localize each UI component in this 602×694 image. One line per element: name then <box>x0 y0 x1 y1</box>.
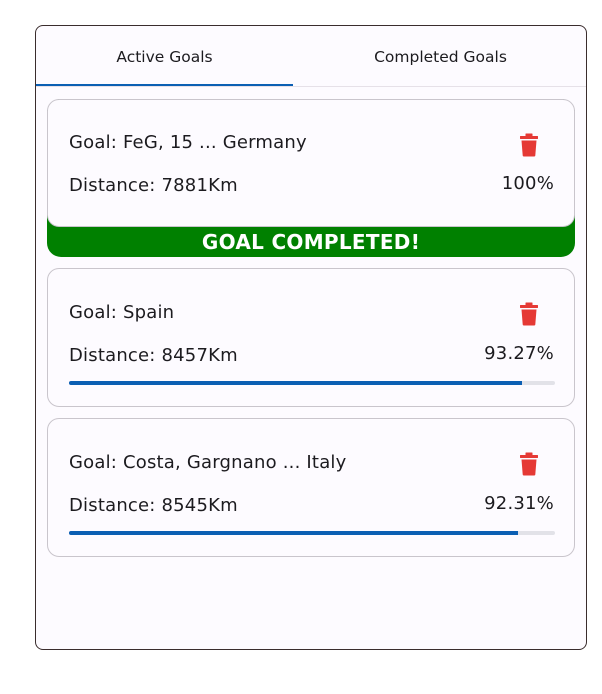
goal-card-completed-wrapper: Goal: FeG, 15 ... Germany Distance: 7881… <box>47 99 575 257</box>
tab-active-goals[interactable]: Active Goals <box>36 26 293 87</box>
tab-completed-goals-label: Completed Goals <box>374 47 507 66</box>
active-tab-indicator <box>36 84 293 86</box>
progress-bar <box>69 381 555 385</box>
goal-completed-banner: GOAL COMPLETED! <box>201 230 421 254</box>
goal-card: Goal: FeG, 15 ... Germany Distance: 7881… <box>47 99 575 227</box>
trash-icon[interactable] <box>518 452 540 476</box>
trash-icon[interactable] <box>518 302 540 326</box>
goals-panel: Active Goals Completed Goals Goal: FeG, … <box>35 25 587 650</box>
goal-title: Goal: FeG, 15 ... Germany <box>69 132 307 153</box>
goal-percent: 93.27% <box>484 343 554 364</box>
progress-bar <box>69 531 555 535</box>
goal-title: Goal: Costa, Gargnano ... Italy <box>69 452 347 473</box>
goal-distance: Distance: 8457Km <box>69 345 238 366</box>
goal-distance: Distance: 7881Km <box>69 175 238 196</box>
goal-percent: 100% <box>501 173 554 194</box>
progress-fill <box>69 381 523 385</box>
goal-card: Goal: Costa, Gargnano ... Italy Distance… <box>47 418 575 557</box>
goal-percent: 92.31% <box>484 493 554 514</box>
tab-completed-goals[interactable]: Completed Goals <box>293 26 586 87</box>
progress-fill <box>69 531 518 535</box>
goal-distance: Distance: 8545Km <box>69 495 238 516</box>
goal-card: Goal: Spain Distance: 8457Km 93.27% <box>47 268 575 407</box>
tab-bar: Active Goals Completed Goals <box>36 26 586 87</box>
goal-title: Goal: Spain <box>69 302 175 323</box>
trash-icon[interactable] <box>518 133 540 157</box>
tab-active-goals-label: Active Goals <box>116 47 213 66</box>
